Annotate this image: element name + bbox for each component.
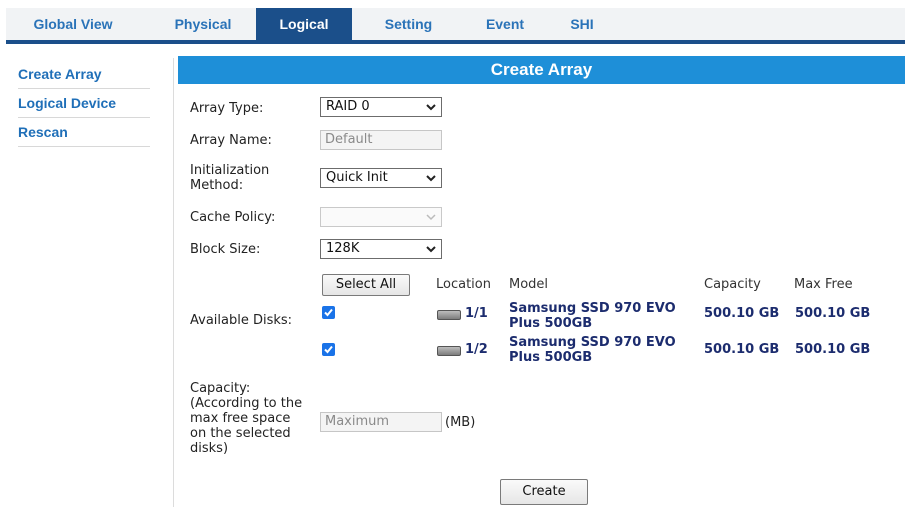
select-all-button[interactable]: Select All [322,274,410,296]
tab-logical[interactable]: Logical [256,8,352,40]
init-method-select[interactable]: Quick Init [320,168,442,188]
init-method-label-line1: Initialization [190,163,270,178]
cache-policy-select[interactable] [320,207,442,227]
capacity-label-line: on the selected [190,426,291,441]
tab-setting[interactable]: Setting [361,8,456,40]
tab-event[interactable]: Event [464,8,546,40]
array-type-label: Array Type: [190,101,264,116]
top-tab-bar: Global View Physical Logical Setting Eve… [6,8,905,44]
capacity-label-line: max free space [190,411,291,426]
column-max-free: Max Free [794,277,853,292]
capacity-label-line: (According to the [190,396,303,411]
array-type-value: RAID 0 [326,99,370,114]
disk-model: Samsung SSD 970 EVO Plus 500GB [509,335,676,365]
sidebar-divider [173,58,174,507]
cache-policy-label: Cache Policy: [190,210,276,225]
chevron-down-icon [426,214,436,221]
disk-checkbox-1[interactable] [322,306,335,319]
chevron-down-icon [426,246,436,253]
tab-global-view[interactable]: Global View [21,8,125,40]
disk-capacity: 500.10 GB [704,342,780,357]
sidebar-item-rescan[interactable]: Rescan [18,118,150,147]
tab-shi[interactable]: SHI [552,8,612,40]
capacity-label-line: disks) [190,441,229,456]
disk-icon [437,346,461,356]
disk-location: 1/1 [465,306,488,321]
checkmark-icon [324,345,333,354]
sidebar-item-create-array[interactable]: Create Array [18,60,150,89]
capacity-label-line: Capacity: [190,381,251,396]
checkmark-icon [324,308,333,317]
init-method-label-line2: Method: [190,178,244,193]
tab-physical[interactable]: Physical [156,8,250,40]
disk-icon [437,310,461,320]
column-location: Location [436,277,491,292]
block-size-label: Block Size: [190,242,261,257]
array-type-select[interactable]: RAID 0 [320,97,442,117]
block-size-value: 128K [326,241,360,256]
array-name-field[interactable]: Default [320,130,442,150]
disk-max-free: 500.10 GB [795,306,871,321]
disk-capacity: 500.10 GB [704,306,780,321]
disk-max-free: 500.10 GB [795,342,871,357]
column-model: Model [509,277,549,292]
init-method-value: Quick Init [326,170,388,185]
array-name-label: Array Name: [190,133,272,148]
column-capacity: Capacity [704,277,761,292]
chevron-down-icon [426,104,436,111]
disk-checkbox-2[interactable] [322,343,335,356]
sidebar-item-logical-device[interactable]: Logical Device [18,89,150,118]
capacity-field[interactable]: Maximum [320,412,442,432]
disk-location: 1/2 [465,342,488,357]
available-disks-label: Available Disks: [190,313,293,328]
capacity-label: Capacity: (According to the max free spa… [190,381,302,456]
disk-model: Samsung SSD 970 EVO Plus 500GB [509,301,676,331]
init-method-label: Initialization Method: [190,163,269,193]
chevron-down-icon [426,175,436,182]
block-size-select[interactable]: 128K [320,239,442,259]
panel-title: Create Array [178,56,905,84]
capacity-unit: (MB) [445,415,476,430]
create-button[interactable]: Create [500,479,588,505]
